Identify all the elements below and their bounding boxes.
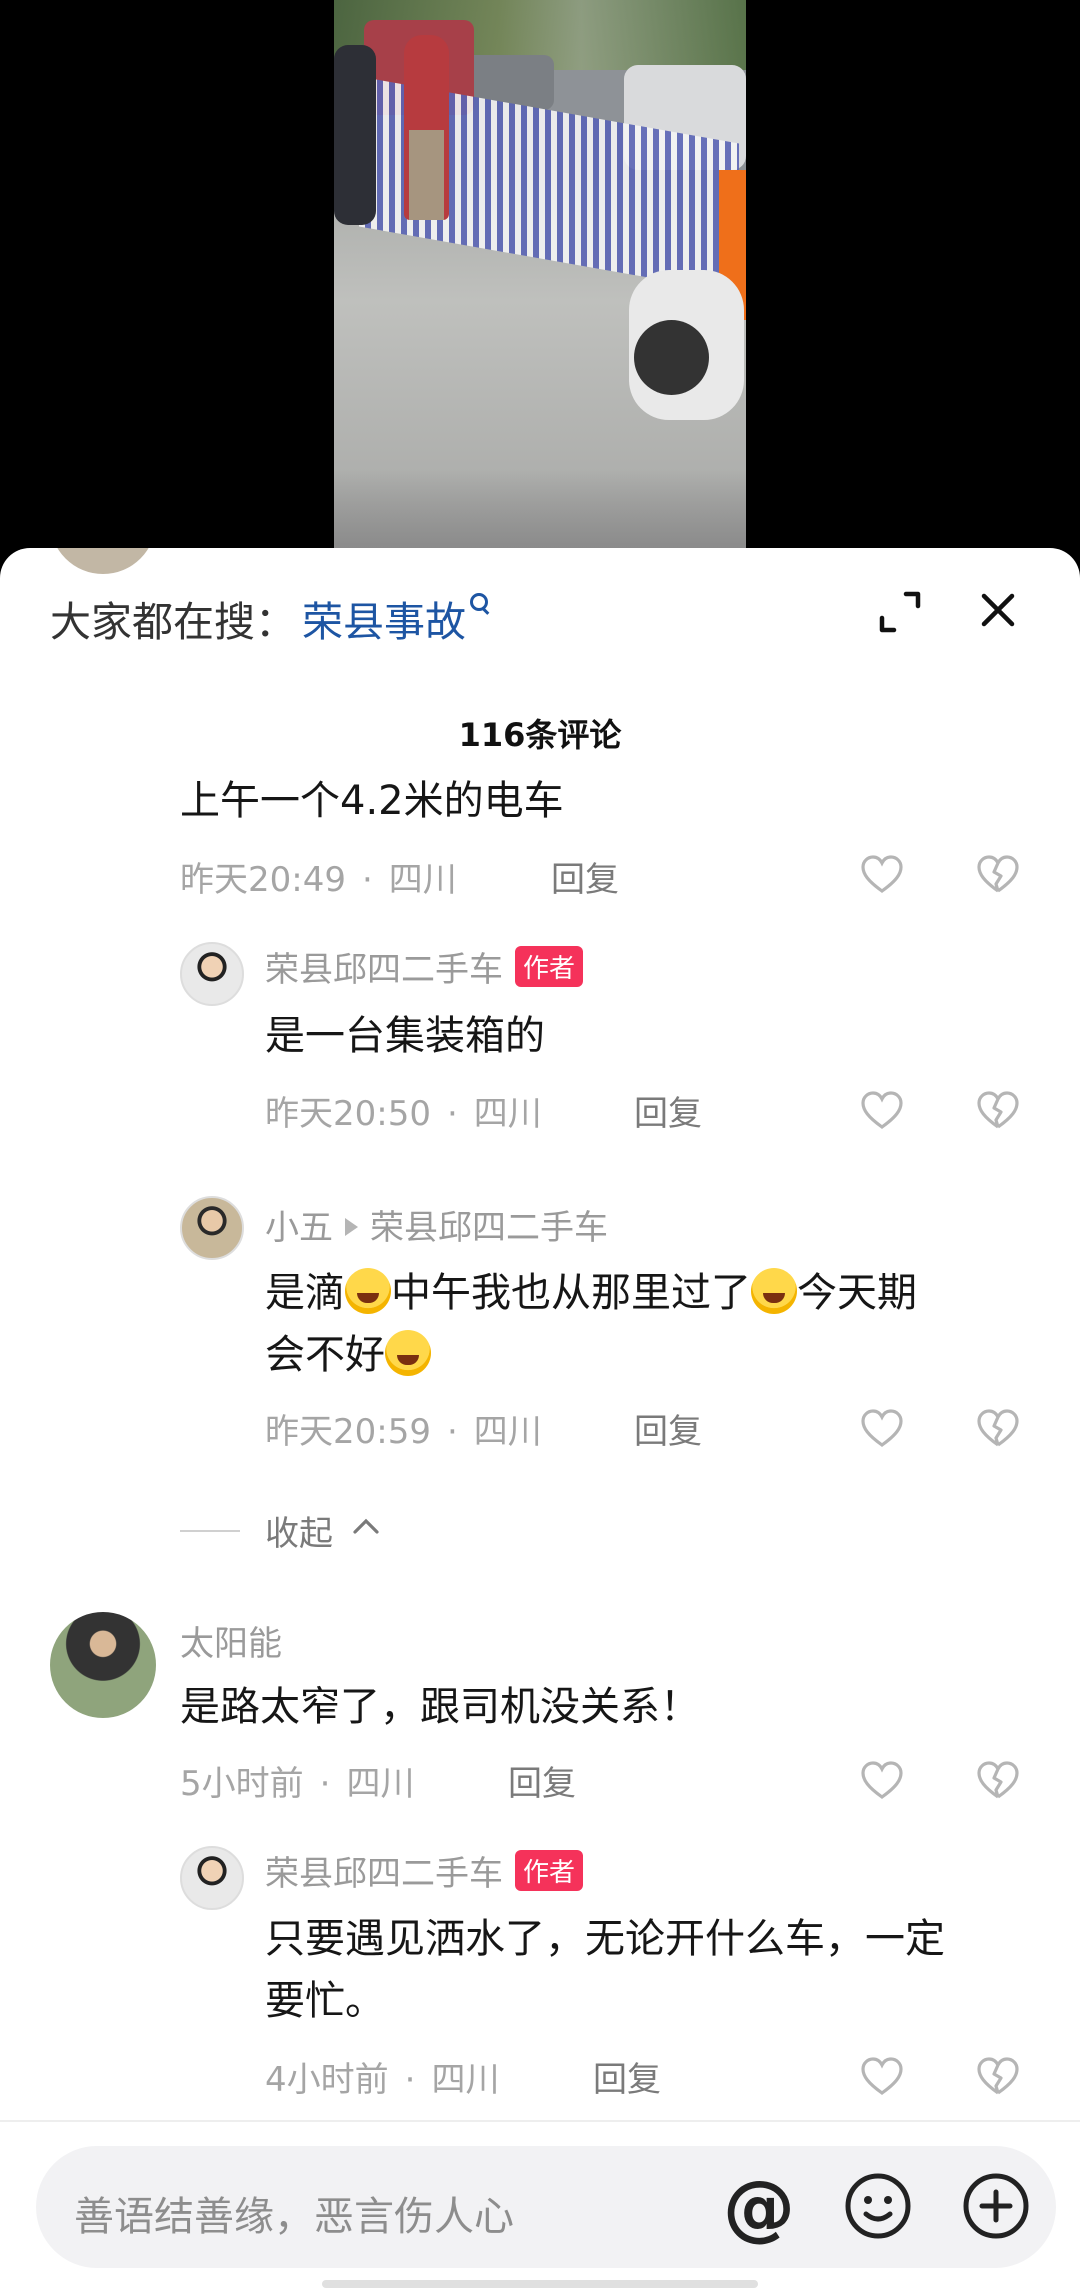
comment-meta: 昨天20:49 · 四川 — [180, 860, 457, 900]
comment-count: 116条评论 — [458, 716, 622, 754]
expand-icon[interactable] — [876, 588, 924, 636]
reply-button[interactable]: 回复 — [634, 1404, 702, 1453]
broken-heart-icon[interactable] — [976, 2056, 1020, 2096]
broken-heart-icon[interactable] — [976, 1408, 1020, 1448]
comment-author[interactable]: 荣县邱四二手车 作者 — [265, 1846, 584, 1895]
search-prefix: 大家都在搜： — [50, 598, 296, 646]
home-indicator — [322, 2280, 758, 2288]
comment-time: 昨天20:50 — [265, 1094, 431, 1134]
reply-button[interactable]: 回复 — [634, 1086, 702, 1135]
reply-button[interactable]: 回复 — [551, 852, 619, 901]
avatar[interactable] — [180, 1196, 244, 1260]
comment-meta: 4小时前 · 四川 — [265, 2060, 500, 2100]
heart-icon[interactable] — [860, 1760, 904, 1800]
comment-text: 上午一个4.2米的电车 — [180, 778, 564, 824]
comment-time: 昨天20:49 — [180, 860, 346, 900]
mention-button[interactable]: @ — [722, 2170, 796, 2244]
avatar[interactable] — [50, 1612, 156, 1718]
comment-author[interactable]: 小五 荣县邱四二手车 — [265, 1200, 608, 1249]
heart-icon[interactable] — [860, 2056, 904, 2096]
comment-location: 四川 — [388, 860, 457, 900]
broken-heart-icon[interactable] — [976, 854, 1020, 894]
input-divider — [0, 2120, 1080, 2122]
comment-meta: 昨天20:59 · 四川 — [265, 1412, 542, 1452]
search-term-link[interactable]: 荣县事故 — [302, 588, 466, 648]
comment-location: 四川 — [473, 1094, 542, 1134]
search-suggestion[interactable]: 大家都在搜： 荣县事故 — [50, 588, 492, 648]
author-badge: 作者 — [515, 946, 584, 987]
comment-time: 昨天20:59 — [265, 1412, 431, 1452]
comment-meta: 昨天20:50 · 四川 — [265, 1094, 542, 1134]
reply-button[interactable]: 回复 — [593, 2052, 661, 2101]
comment-location: 四川 — [346, 1764, 415, 1804]
laughing-crying-emoji — [751, 1268, 797, 1314]
laughing-crying-emoji — [385, 1330, 431, 1376]
comment-text: 只要遇见洒水了，无论开什么车，一定 要忙。 — [265, 1916, 945, 2024]
video-frame — [334, 0, 746, 548]
video-player[interactable] — [0, 0, 1080, 560]
collapse-divider — [180, 1530, 240, 1532]
avatar[interactable] — [180, 942, 244, 1006]
reply-arrow-icon — [345, 1218, 358, 1236]
comment-input[interactable]: 善语结善缘，恶言伤人心 — [74, 2184, 514, 2242]
broken-heart-icon[interactable] — [976, 1760, 1020, 1800]
search-icon — [468, 591, 492, 621]
comment-time: 5小时前 — [180, 1764, 304, 1804]
comment-text: 是滴 中午我也从那里过了 今天期 会不好 — [265, 1268, 917, 1378]
reply-target[interactable]: 荣县邱四二手车 — [370, 1208, 608, 1248]
emoji-icon[interactable] — [842, 2170, 914, 2242]
heart-icon[interactable] — [860, 1408, 904, 1448]
reply-button[interactable]: 回复 — [508, 1756, 576, 1805]
laughing-crying-emoji — [345, 1268, 391, 1314]
close-icon[interactable] — [972, 584, 1024, 636]
collapse-replies-button[interactable]: 收起 — [265, 1506, 333, 1555]
comment-author[interactable]: 太阳能 — [180, 1616, 282, 1665]
author-badge: 作者 — [515, 1850, 584, 1891]
heart-icon[interactable] — [860, 1090, 904, 1130]
comment-author[interactable]: 荣县邱四二手车 作者 — [265, 942, 584, 991]
avatar[interactable] — [180, 1846, 244, 1910]
comment-meta: 5小时前 · 四川 — [180, 1764, 415, 1804]
comment-sheet: 大家都在搜： 荣县事故 116条评论 上午一个4.2米的电车 昨天20:49 · 四… — [0, 548, 1080, 2290]
heart-icon[interactable] — [860, 854, 904, 894]
chevron-up-icon[interactable] — [352, 1516, 380, 1536]
broken-heart-icon[interactable] — [976, 1090, 1020, 1130]
comment-location: 四川 — [431, 2060, 500, 2100]
comment-input-bar[interactable]: 善语结善缘，恶言伤人心 @ — [36, 2146, 1056, 2268]
comment-text: 是路太窄了，跟司机没关系！ — [180, 1684, 700, 1730]
avatar[interactable] — [50, 548, 156, 574]
plus-icon[interactable] — [960, 2170, 1032, 2242]
comment-time: 4小时前 — [265, 2060, 389, 2100]
comment-location: 四川 — [473, 1412, 542, 1452]
comment-text: 是一台集装箱的 — [265, 1013, 545, 1059]
